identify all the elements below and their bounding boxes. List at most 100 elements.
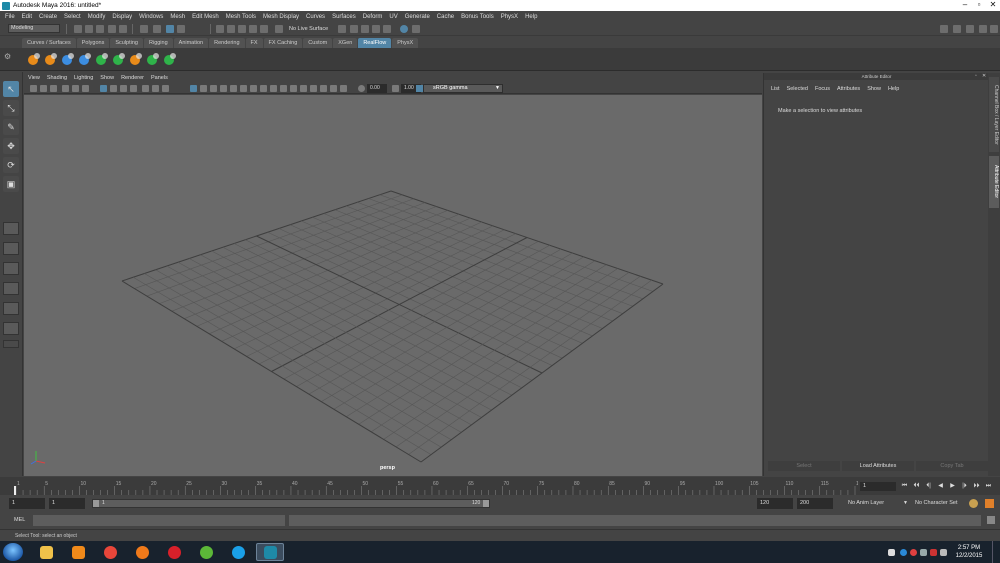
tray-flag-icon[interactable]: [930, 549, 937, 556]
firefox-taskbar-icon[interactable]: [128, 543, 156, 561]
menu-deform[interactable]: Deform: [363, 14, 383, 20]
panel-menu-panels[interactable]: Panels: [151, 75, 168, 81]
range-bar[interactable]: 1 120: [92, 499, 490, 508]
backface-culling-icon[interactable]: [340, 85, 347, 92]
use-default-material-icon[interactable]: [210, 85, 217, 92]
tray-network-icon[interactable]: [920, 549, 927, 556]
snap-grid-icon[interactable]: [216, 25, 224, 33]
anim-layer-chevron-icon[interactable]: ▼: [903, 500, 908, 506]
safe-action-icon[interactable]: [152, 85, 159, 92]
select-by-object-icon[interactable]: [153, 25, 161, 33]
field-chart-icon[interactable]: [142, 85, 149, 92]
tab-xgen[interactable]: XGen: [333, 38, 358, 48]
menu-file[interactable]: File: [5, 14, 15, 20]
multisample-aa-icon[interactable]: [280, 85, 287, 92]
menu-surfaces[interactable]: Surfaces: [332, 14, 356, 20]
scale-tool-icon[interactable]: ▣: [3, 176, 19, 192]
gamma-icon[interactable]: [392, 85, 399, 92]
shadows-icon[interactable]: [250, 85, 257, 92]
safe-title-icon[interactable]: [162, 85, 169, 92]
tab-sculpting[interactable]: Sculpting: [110, 38, 143, 48]
panel-menu-view[interactable]: View: [28, 75, 40, 81]
realflow-shelf-icon[interactable]: [27, 52, 41, 66]
render-settings-icon[interactable]: [383, 25, 391, 33]
start-time-field[interactable]: 1: [9, 498, 45, 509]
attr-menu-selected[interactable]: Selected: [787, 86, 808, 92]
taskbar-clock[interactable]: 2:57 PM 12/2/2015: [951, 544, 987, 560]
sidebar-toggle-icon[interactable]: [940, 25, 948, 33]
screen-space-ao-icon[interactable]: [260, 85, 267, 92]
show-desktop-button[interactable]: [992, 541, 1000, 563]
undo-icon[interactable]: [108, 25, 116, 33]
redo-icon[interactable]: [119, 25, 127, 33]
tab-fx-caching[interactable]: FX Caching: [263, 38, 303, 48]
snap-curve-icon[interactable]: [227, 25, 235, 33]
tab-custom[interactable]: Custom: [303, 38, 333, 48]
use-all-lights-icon[interactable]: [240, 85, 247, 92]
layout-two-pane-side-icon[interactable]: [3, 262, 19, 275]
layout-four-pane-icon[interactable]: [3, 242, 19, 255]
textured-icon[interactable]: [230, 85, 237, 92]
menu-windows[interactable]: Windows: [139, 14, 163, 20]
tray-arrow-icon[interactable]: [888, 549, 895, 556]
step-back-key-icon[interactable]: ⏴⏴: [912, 482, 921, 491]
realflow-shelf-icon[interactable]: [44, 52, 58, 66]
color-management-dropdown[interactable]: sRGB gamma ▼: [416, 84, 503, 93]
anim-layer-dropdown[interactable]: No Anim Layer: [848, 500, 884, 506]
realflow-shelf-icon[interactable]: [78, 52, 92, 66]
xray-icon[interactable]: [310, 85, 317, 92]
range-end-handle[interactable]: [483, 500, 489, 507]
panel-menu-shading[interactable]: Shading: [47, 75, 67, 81]
panel-menu-renderer[interactable]: Renderer: [121, 75, 144, 81]
attr-menu-show[interactable]: Show: [867, 86, 881, 92]
layout-two-pane-stacked-icon[interactable]: [3, 282, 19, 295]
menu-mesh-display[interactable]: Mesh Display: [263, 14, 299, 20]
menu-display[interactable]: Display: [112, 14, 132, 20]
load-attributes-button[interactable]: Load Attributes: [842, 461, 914, 471]
tab-polygons[interactable]: Polygons: [76, 38, 110, 48]
render-view-icon[interactable]: [350, 25, 358, 33]
skype-taskbar-icon[interactable]: [224, 543, 252, 561]
maya-taskbar-icon[interactable]: [256, 543, 284, 561]
pick-mask-icon[interactable]: [177, 25, 185, 33]
start-button-icon[interactable]: [3, 543, 23, 561]
tab-channel-box[interactable]: Channel Box / Layer Editor: [989, 77, 999, 152]
xray-joints-icon[interactable]: [320, 85, 327, 92]
color-management-toggle-icon[interactable]: [416, 85, 423, 92]
current-time-marker[interactable]: [14, 486, 16, 495]
command-input[interactable]: [33, 515, 285, 526]
open-scene-icon[interactable]: [85, 25, 93, 33]
maximize-icon[interactable]: ▫: [972, 0, 986, 11]
step-forward-frame-icon[interactable]: |⏵: [960, 482, 969, 491]
tab-fx[interactable]: FX: [245, 38, 263, 48]
menu-modify[interactable]: Modify: [88, 14, 106, 20]
go-to-end-icon[interactable]: ⏭: [984, 482, 993, 491]
realflow-shelf-icon[interactable]: [95, 52, 109, 66]
layout-persp-graph-icon[interactable]: [3, 322, 19, 335]
paint-select-tool-icon[interactable]: ✎: [3, 119, 19, 135]
script-language-toggle[interactable]: MEL: [14, 517, 25, 523]
grid-toggle-icon[interactable]: [100, 85, 107, 92]
menu-curves[interactable]: Curves: [306, 14, 325, 20]
media-player-taskbar-icon[interactable]: [64, 543, 92, 561]
character-set-dropdown[interactable]: No Character Set: [915, 500, 958, 506]
time-slider[interactable]: 1 5 10 15 20 25 30 35 40 45 50 55 60 65 70 75 80 85 90 95 10…: [0, 477, 1000, 495]
tab-attribute-editor[interactable]: Attribute Editor: [989, 156, 999, 208]
realflow-shelf-icon[interactable]: [112, 52, 126, 66]
menu-generate[interactable]: Generate: [405, 14, 430, 20]
step-back-frame-icon[interactable]: ⏴|: [924, 482, 933, 491]
motion-blur-icon[interactable]: [270, 85, 277, 92]
ipr-render-icon[interactable]: [372, 25, 380, 33]
hypershade-icon[interactable]: [400, 25, 408, 33]
menu-help[interactable]: Help: [525, 14, 537, 20]
step-forward-key-icon[interactable]: ⏵⏵: [972, 482, 981, 491]
snap-live-icon[interactable]: [260, 25, 268, 33]
perspective-viewport[interactable]: persp: [24, 95, 762, 476]
layout-more-icon[interactable]: [3, 340, 19, 348]
shelf-menu-icon[interactable]: ⚙: [4, 52, 16, 66]
realflow-shelf-icon[interactable]: [129, 52, 143, 66]
auto-key-icon[interactable]: [969, 499, 978, 508]
attribute-editor-toggle-icon[interactable]: [990, 25, 998, 33]
lasso-tool-icon[interactable]: ⤡: [3, 100, 19, 116]
bookmark-icon[interactable]: [50, 85, 57, 92]
